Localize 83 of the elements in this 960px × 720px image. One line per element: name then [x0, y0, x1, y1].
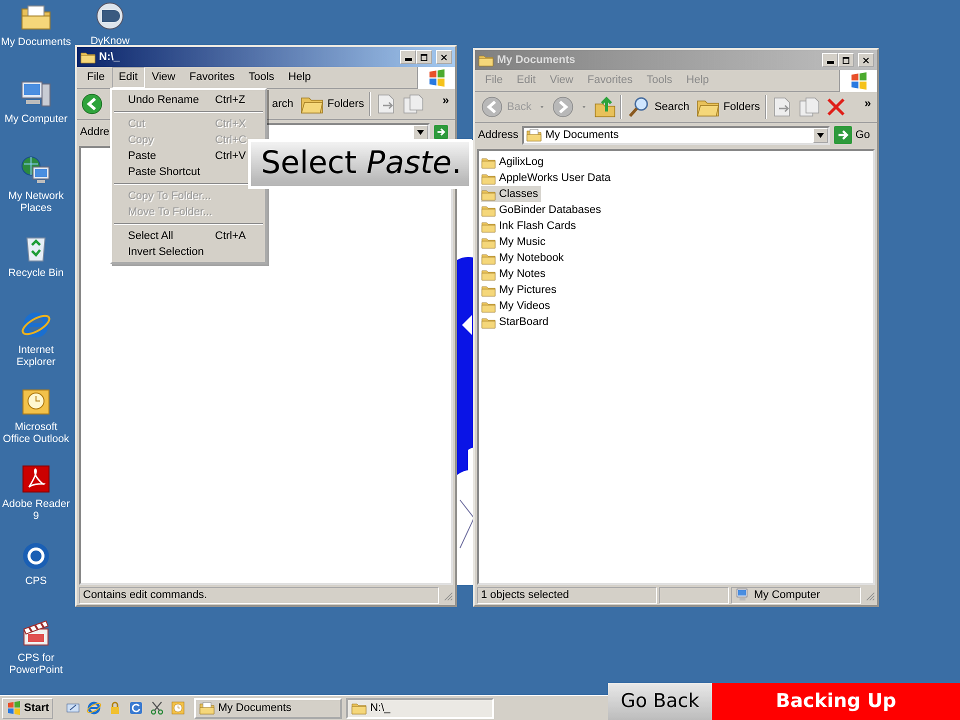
start-button[interactable]: Start [2, 698, 54, 718]
menu-item[interactable]: Tools [242, 67, 282, 88]
folder-up-icon[interactable] [593, 95, 618, 119]
close-icon [439, 52, 449, 62]
maximize-button[interactable] [416, 50, 432, 64]
taskbar-button[interactable]: My Documents [194, 698, 342, 718]
address-value: My Documents [545, 128, 619, 143]
desktop-icon-label[interactable]: DyKnow [74, 35, 146, 47]
menu-item[interactable]: Edit [112, 67, 145, 88]
clock-icon[interactable] [170, 700, 186, 716]
refresh-icon[interactable] [128, 700, 144, 716]
desktop-icon-label[interactable]: My Computer [0, 113, 72, 125]
close-button[interactable] [858, 53, 874, 67]
document-icon[interactable] [20, 463, 52, 495]
maximize-icon [419, 52, 429, 62]
minimize-button[interactable] [400, 50, 416, 64]
menu-option[interactable]: Select All Ctrl+A [112, 228, 265, 244]
desktop-icon-label[interactable]: Internet Explorer [0, 344, 72, 368]
menu-item[interactable]: Favorites [182, 67, 242, 88]
menu-item[interactable]: View [144, 67, 182, 88]
toolbar-button[interactable]: Search [625, 95, 692, 119]
close-icon [861, 56, 871, 64]
status-panel [659, 586, 729, 604]
more-chevron[interactable]: » [858, 92, 877, 114]
disc-icon[interactable] [94, 0, 126, 32]
desktop-icon-label[interactable]: My Documents [0, 36, 72, 48]
folder-item[interactable]: StarBoard [481, 314, 552, 330]
toolbar-button[interactable]: arch [270, 96, 296, 112]
folder-item[interactable]: AgilixLog [481, 154, 547, 170]
caret-icon [817, 132, 824, 138]
folder-item[interactable]: My Notes [481, 266, 548, 282]
menu-option[interactable]: Invert Selection [112, 244, 265, 260]
folder-item[interactable]: GoBinder Databases [481, 202, 604, 218]
folder-item[interactable]: My Videos [481, 298, 554, 314]
address-label: Addre [80, 124, 110, 140]
folder-item[interactable]: My Notebook [481, 250, 567, 266]
window-title: N:\_ [99, 50, 120, 65]
windows-flag-icon [6, 700, 22, 716]
folder-icon [526, 127, 542, 143]
desktop-icon-label[interactable]: CPS for PowerPoint [0, 652, 72, 676]
maximize-button[interactable] [838, 53, 854, 67]
folder-item[interactable]: Ink Flash Cards [481, 218, 580, 234]
folder-item[interactable]: My Pictures [481, 282, 560, 298]
windows-flag-icon [848, 70, 868, 90]
scissors-icon[interactable] [149, 700, 166, 716]
folder-item[interactable]: Classes [481, 186, 542, 202]
slide-nav-button[interactable]: Backing Up [712, 683, 960, 720]
instruction-tooltip: Select Paste. [248, 139, 472, 189]
desktop-icon-label[interactable]: Adobe Reader 9 [0, 498, 72, 522]
address-label: Address [478, 128, 518, 143]
minimize-icon [404, 58, 412, 61]
desktop-icon-label[interactable]: My Network Places [0, 190, 72, 214]
status-zone: My Computer [731, 586, 861, 604]
dropdown-button[interactable] [813, 128, 828, 142]
window-title: My Documents [497, 52, 576, 68]
minimize-button[interactable] [822, 53, 838, 67]
dropdown-button[interactable] [413, 124, 428, 140]
go-button[interactable]: Go [834, 126, 874, 144]
status-text: Contains edit commands. [79, 586, 439, 604]
menu-option[interactable]: Undo Rename Ctrl+Z [112, 92, 265, 108]
status-text: 1 objects selected [477, 586, 657, 604]
windows-flag-icon [426, 68, 446, 88]
maximize-icon [841, 56, 851, 64]
browser-icon[interactable] [86, 700, 102, 716]
slide-nav-button[interactable]: Go Back [608, 683, 712, 720]
toolbar-button[interactable]: Folders [298, 92, 366, 116]
folder-icon [199, 700, 216, 716]
desktop-icon-label[interactable]: Recycle Bin [0, 267, 72, 279]
circle-logo-icon[interactable] [20, 540, 52, 572]
taskbar-button[interactable]: N:\_ [346, 698, 494, 718]
folder-item[interactable]: AppleWorks User Data [481, 170, 614, 186]
more-chevron[interactable]: » [436, 89, 455, 111]
folder-item[interactable]: My Music [481, 234, 548, 250]
minimize-icon [826, 61, 834, 64]
close-button[interactable] [436, 50, 452, 64]
go-arrow-icon [434, 125, 448, 139]
address-field[interactable]: My Documents [522, 126, 830, 144]
toolbar-button[interactable]: Folders [694, 95, 762, 119]
caret-icon [417, 130, 424, 134]
menu-item[interactable]: File [80, 67, 112, 88]
desktop-icon-label[interactable]: Microsoft Office Outlook [0, 421, 72, 445]
menu-item[interactable]: Help [281, 67, 318, 88]
desktop-icon-label[interactable]: CPS [0, 575, 72, 587]
